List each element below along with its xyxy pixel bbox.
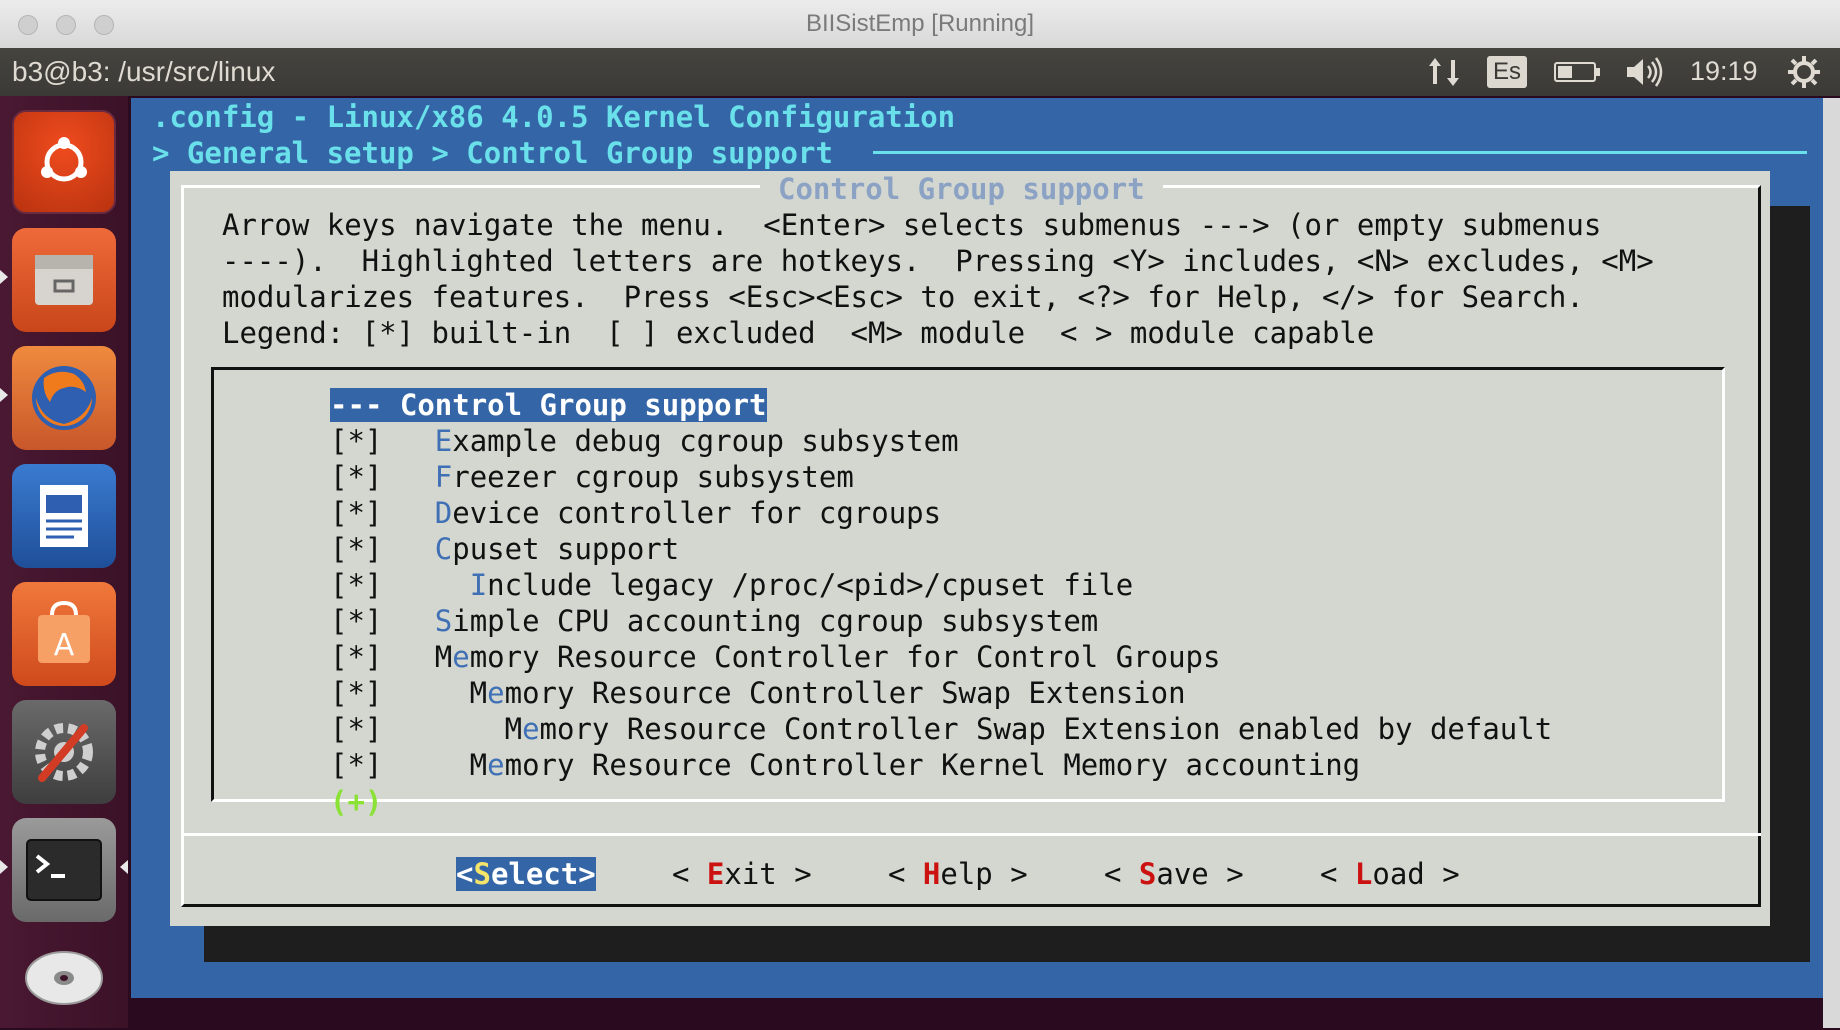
menu-item-legacy-cpuset-file[interactable]: [*] Include legacy /proc/<pid>/cpuset fi… (330, 568, 1133, 602)
help-text-line: Arrow keys navigate the menu. <Enter> se… (222, 208, 1602, 242)
button-label: oad > (1372, 857, 1460, 891)
menu-item-hotkey: E (434, 424, 453, 458)
button-bar-separator (181, 833, 1761, 836)
help-text-line: ----). Highlighted letters are hotkeys. … (222, 244, 1654, 278)
menu-item-label: puset support (452, 532, 680, 566)
load-button[interactable]: < Load > (1320, 857, 1460, 891)
vm-window-titlebar: BIISistEmp [Running] (0, 0, 1840, 49)
menu-item-prefix: [*] M (330, 748, 488, 782)
breadcrumb-rule (873, 151, 1807, 154)
battery-icon[interactable] (1554, 62, 1600, 82)
menu-item-label: mory Resource Controller Swap Extension (504, 676, 1186, 710)
save-button[interactable]: < Save > (1104, 857, 1244, 891)
keyboard-layout-icon[interactable]: Es (1487, 56, 1527, 88)
menu-item-label: mory Resource Controller Swap Extension … (539, 712, 1553, 746)
system-settings-icon[interactable] (12, 700, 116, 804)
button-label: ave > (1156, 857, 1244, 891)
menu-item-freezer-cgroup[interactable]: [*] Freezer cgroup subsystem (330, 460, 854, 494)
launcher-running-indicator (0, 860, 8, 874)
terminal-icon[interactable] (12, 818, 116, 922)
panel-clock[interactable]: 19:19 (1690, 56, 1758, 87)
menu-item-label: xample debug cgroup subsystem (452, 424, 959, 458)
scroll-more-indicator: (+) (330, 785, 383, 819)
terminal-window-title: b3@b3: /usr/src/linux (12, 56, 276, 87)
menu-item-hotkey: - (347, 388, 365, 422)
menu-item-control-group-support[interactable]: --- Control Group support (330, 388, 767, 422)
menu-item-label: mory Resource Controller Kernel Memory a… (504, 748, 1361, 782)
menu-item-device-controller[interactable]: [*] Device controller for cgroups (330, 496, 941, 530)
menu-item-label: nclude legacy /proc/<pid>/cpuset file (487, 568, 1134, 602)
help-text-line: modularizes features. Press <Esc><Esc> t… (222, 280, 1584, 314)
menu-item-hotkey: C (434, 532, 453, 566)
exit-button[interactable]: < Exit > (672, 857, 812, 891)
button-bracket: < (456, 857, 474, 891)
button-hotkey: S (1138, 857, 1157, 891)
menu-item-memory-swap-extension[interactable]: [*] Memory Resource Controller Swap Exte… (330, 676, 1186, 710)
ubuntu-dash-icon[interactable] (12, 110, 116, 214)
menu-item-label: - Control Group support (364, 388, 767, 422)
menu-item-example-debug-cgroup[interactable]: [*] Example debug cgroup subsystem (330, 424, 959, 458)
menu-item-memory-swap-default[interactable]: [*] Memory Resource Controller Swap Exte… (330, 712, 1552, 746)
menu-item-label: evice controller for cgroups (452, 496, 942, 530)
launcher-running-indicator (0, 270, 8, 284)
menu-item-cpuset-support[interactable]: [*] Cpuset support (330, 532, 679, 566)
button-bracket: < (888, 857, 923, 891)
button-hotkey: S (473, 857, 491, 891)
menu-item-prefix: [*] (330, 496, 435, 530)
button-bracket: < (672, 857, 707, 891)
menu-item-label: imple CPU accounting cgroup subsystem (452, 604, 1099, 638)
menu-item-prefix: [*] (330, 424, 435, 458)
writer-icon[interactable] (12, 464, 116, 568)
menu-item-prefix: [*] M (330, 676, 488, 710)
button-hotkey: H (922, 857, 941, 891)
button-bracket: < (1320, 857, 1355, 891)
menu-item-prefix: [*] (330, 460, 435, 494)
button-hotkey: L (1354, 857, 1373, 891)
select-button[interactable]: <Select> (456, 857, 596, 891)
menu-item-prefix: [*] (330, 532, 435, 566)
button-label: elp > (940, 857, 1028, 891)
menu-item-hotkey: F (434, 460, 453, 494)
help-button[interactable]: < Help > (888, 857, 1028, 891)
menu-item-simple-cpu-accounting[interactable]: [*] Simple CPU accounting cgroup subsyst… (330, 604, 1098, 638)
dialog-title: Control Group support (760, 172, 1163, 206)
launcher-focused-indicator (120, 860, 128, 874)
menu-item-prefix: [*] M (330, 640, 453, 674)
menu-item-hotkey: e (522, 712, 540, 746)
button-bracket: < (1104, 857, 1139, 891)
menu-item-prefix: [*] M (330, 712, 523, 746)
menu-item-hotkey: e (487, 676, 505, 710)
button-label: xit > (724, 857, 812, 891)
menu-item-label: mory Resource Controller for Control Gro… (469, 640, 1221, 674)
menu-item-prefix: [*] (330, 568, 470, 602)
button-label: elect> (490, 857, 596, 891)
firefox-icon[interactable] (12, 346, 116, 450)
files-icon[interactable] (12, 228, 116, 332)
network-icon[interactable] (1425, 54, 1463, 97)
dvd-icon[interactable] (12, 926, 116, 1030)
unity-launcher: A (0, 96, 128, 1028)
menu-item-hotkey: I (469, 568, 488, 602)
menu-item-hotkey: e (452, 640, 470, 674)
settings-gear-icon[interactable] (1786, 54, 1822, 97)
launcher-running-indicator (0, 388, 8, 402)
menu-item-hotkey: S (434, 604, 453, 638)
menu-item-hotkey: e (487, 748, 505, 782)
menu-item-hotkey: D (434, 496, 453, 530)
breadcrumb: > General setup > Control Group support (152, 136, 833, 170)
menu-item-label: reezer cgroup subsystem (452, 460, 854, 494)
menu-item-memory-resource-controller[interactable]: [*] Memory Resource Controller for Contr… (330, 640, 1220, 674)
host-window-edge (1823, 98, 1840, 1028)
software-center-icon[interactable]: A (12, 582, 116, 686)
svg-text:A: A (54, 628, 75, 663)
ubuntu-top-panel: b3@b3: /usr/src/linux Es 19:19 (0, 48, 1840, 96)
config-title: .config - Linux/x86 4.0.5 Kernel Configu… (152, 100, 956, 134)
legend-text: Legend: [*] built-in [ ] excluded <M> mo… (222, 316, 1375, 350)
vm-window-title: BIISistEmp [Running] (805, 10, 1035, 37)
menu-item-kernel-memory-accounting[interactable]: [*] Memory Resource Controller Kernel Me… (330, 748, 1360, 782)
menu-item-prefix: - (330, 388, 348, 422)
volume-icon[interactable] (1624, 56, 1664, 95)
menu-item-prefix: [*] (330, 604, 435, 638)
button-hotkey: E (706, 857, 725, 891)
